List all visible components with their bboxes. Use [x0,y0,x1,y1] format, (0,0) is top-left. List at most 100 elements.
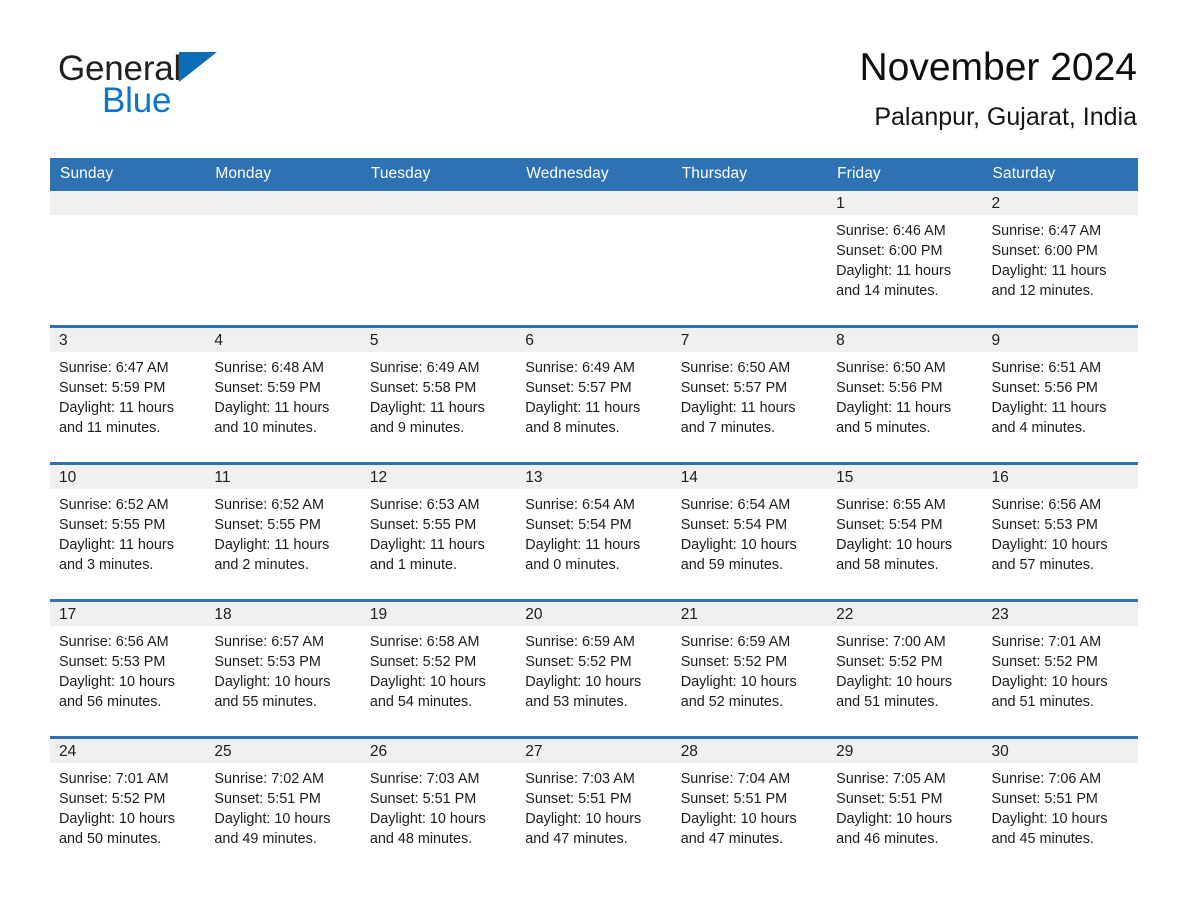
sunrise-text: Sunrise: 7:02 AM [214,771,325,787]
sunrise-text: Sunrise: 7:00 AM [836,634,946,650]
day-number: 3 [59,332,68,349]
sunrise-text: Sunrise: 6:54 AM [680,497,791,513]
day-number: 11 [214,469,231,486]
calendar-day-cell[interactable]: 21 Sunrise: 6:59 AM Sunset: 5:52 PM Dayligh… [671,599,828,738]
calendar-day-cell[interactable]: 4 Sunrise: 6:48 AM Sunset: 5:59 PM Daylight… [205,325,361,464]
calendar-day-cell[interactable]: 3 Sunrise: 6:47 AM Sunset: 5:59 PM Daylight… [50,325,206,464]
day-number-strip: 27 [516,739,672,763]
day-cell-details: Sunrise: 7:03 AM Sunset: 5:51 PM Daylight:… [361,763,516,849]
day-number-strip: 8 [827,328,983,352]
calendar-day-cell[interactable]: 12 Sunrise: 6:53 AM Sunset: 5:55 PM Dayligh… [360,462,517,601]
day-number-strip: 2 [982,191,1138,215]
calendar-week-row: 17 Sunrise: 6:56 AM Sunset: 5:53 PM Dayligh… [50,599,1138,738]
calendar-day-cell[interactable]: 27 Sunrise: 7:03 AM Sunset: 5:51 PM Dayligh… [516,736,672,873]
day-cell-details [672,215,827,221]
calendar-day-cell[interactable]: 2 Sunrise: 6:47 AM Sunset: 6:00 PM Daylight… [982,191,1138,327]
day-number-strip: 16 [982,465,1138,489]
sunset-text: Sunset: 5:51 PM [214,791,321,807]
daylight-text-cont: and 52 minutes. [680,694,784,710]
day-number-strip: 3 [50,328,206,352]
day-cell-inner: 3 Sunrise: 6:47 AM Sunset: 5:59 PM Daylight… [50,328,206,462]
logo-text-blue: Blue [102,81,172,120]
calendar-day-cell[interactable]: 13 Sunrise: 6:54 AM Sunset: 5:54 PM Dayligh… [516,462,672,601]
calendar-day-cell[interactable]: 19 Sunrise: 6:58 AM Sunset: 5:52 PM Dayligh… [360,599,517,738]
calendar-day-cell[interactable]: 9 Sunrise: 6:51 AM Sunset: 5:56 PM Daylight… [982,325,1138,464]
day-cell-details: Sunrise: 7:03 AM Sunset: 5:51 PM Daylight:… [516,763,671,849]
day-cell-inner: 20 Sunrise: 6:59 AM Sunset: 5:52 PM Dayligh… [516,602,672,736]
day-cell-details: Sunrise: 6:47 AM Sunset: 5:59 PM Daylight:… [50,352,205,438]
day-cell-inner: 4 Sunrise: 6:48 AM Sunset: 5:59 PM Daylight… [205,328,361,462]
calendar-day-cell[interactable]: 5 Sunrise: 6:49 AM Sunset: 5:58 PM Daylight… [360,325,517,464]
daylight-text-cont: and 8 minutes. [525,420,620,436]
day-number: 29 [836,743,854,760]
calendar-day-cell[interactable]: 30 Sunrise: 7:06 AM Sunset: 5:51 PM Dayligh… [982,736,1138,873]
calendar-day-cell[interactable]: 10 Sunrise: 6:52 AM Sunset: 5:55 PM Dayligh… [50,462,206,601]
day-cell-inner: 17 Sunrise: 6:56 AM Sunset: 5:53 PM Dayligh… [50,602,206,736]
daylight-text: Daylight: 10 hours [680,537,797,553]
day-cell-inner: 28 Sunrise: 7:04 AM Sunset: 5:51 PM Dayligh… [671,739,828,873]
calendar-day-cell[interactable]: 14 Sunrise: 6:54 AM Sunset: 5:54 PM Dayligh… [671,462,828,601]
day-number-strip: 28 [671,739,828,763]
calendar-day-cell[interactable]: 18 Sunrise: 6:57 AM Sunset: 5:53 PM Dayligh… [205,599,361,738]
day-cell-inner: 24 Sunrise: 7:01 AM Sunset: 5:52 PM Dayligh… [50,739,206,873]
daylight-text-cont: and 59 minutes. [680,557,784,573]
day-cell-details [361,215,516,221]
day-number: 10 [59,469,77,486]
weekday-header-friday: Friday [827,158,983,191]
calendar-body: 1 Sunrise: 6:46 AM Sunset: 6:00 PM Daylight… [50,191,1138,873]
daylight-text: Daylight: 10 hours [59,811,175,827]
day-number-strip: 11 [205,465,361,489]
sunset-text: Sunset: 5:52 PM [59,791,166,807]
day-cell-details: Sunrise: 7:00 AM Sunset: 5:52 PM Daylight:… [827,626,982,712]
day-cell-details: Sunrise: 7:04 AM Sunset: 5:51 PM Daylight:… [672,763,827,849]
calendar-day-cell[interactable]: 1 Sunrise: 6:46 AM Sunset: 6:00 PM Daylight… [827,191,983,327]
day-cell-details: Sunrise: 6:59 AM Sunset: 5:52 PM Daylight:… [516,626,671,712]
sunrise-text: Sunrise: 6:47 AM [991,223,1102,239]
day-cell-details [516,215,671,221]
calendar-day-cell[interactable]: 23 Sunrise: 7:01 AM Sunset: 5:52 PM Dayligh… [982,599,1138,738]
calendar-day-cell[interactable]: 26 Sunrise: 7:03 AM Sunset: 5:51 PM Dayligh… [360,736,517,873]
daylight-text-cont: and 50 minutes. [59,831,162,847]
day-cell-details: Sunrise: 6:55 AM Sunset: 5:54 PM Daylight:… [827,489,982,575]
calendar-day-cell[interactable]: 11 Sunrise: 6:52 AM Sunset: 5:55 PM Dayligh… [205,462,361,601]
daylight-text: Daylight: 10 hours [369,674,486,690]
calendar-day-cell[interactable]: 28 Sunrise: 7:04 AM Sunset: 5:51 PM Dayligh… [671,736,828,873]
day-cell-details: Sunrise: 6:57 AM Sunset: 5:53 PM Daylight:… [205,626,360,712]
day-cell-details: Sunrise: 6:56 AM Sunset: 5:53 PM Daylight:… [983,489,1138,575]
calendar-day-cell[interactable]: 29 Sunrise: 7:05 AM Sunset: 5:51 PM Dayligh… [827,736,983,873]
calendar-day-cell[interactable]: 25 Sunrise: 7:02 AM Sunset: 5:51 PM Dayligh… [205,736,361,873]
day-cell-details: Sunrise: 7:05 AM Sunset: 5:51 PM Daylight:… [827,763,982,849]
daylight-text-cont: and 49 minutes. [214,831,317,847]
calendar-day-cell[interactable]: 24 Sunrise: 7:01 AM Sunset: 5:52 PM Dayligh… [50,736,206,873]
calendar-day-cell[interactable]: 6 Sunrise: 6:49 AM Sunset: 5:57 PM Daylight… [516,325,672,464]
sunset-text: Sunset: 5:58 PM [369,380,477,396]
sunset-text: Sunset: 5:55 PM [59,517,166,533]
weekday-header-wednesday: Wednesday [516,158,672,191]
day-number: 15 [836,469,854,486]
calendar-day-cell[interactable]: 16 Sunrise: 6:56 AM Sunset: 5:53 PM Dayligh… [982,462,1138,601]
calendar-day-cell[interactable]: 8 Sunrise: 6:50 AM Sunset: 5:56 PM Daylight… [827,325,983,464]
calendar-day-cell[interactable]: 7 Sunrise: 6:50 AM Sunset: 5:57 PM Daylight… [671,325,828,464]
day-cell-details: Sunrise: 6:59 AM Sunset: 5:52 PM Daylight:… [672,626,827,712]
sunrise-text: Sunrise: 6:49 AM [525,360,635,376]
sunrise-text: Sunrise: 6:54 AM [525,497,635,513]
generalblue-logo[interactable]: General Blue [58,50,358,130]
calendar-day-cell[interactable]: 17 Sunrise: 6:56 AM Sunset: 5:53 PM Dayligh… [50,599,206,738]
day-cell-details: Sunrise: 6:46 AM Sunset: 6:00 PM Daylight:… [827,215,982,301]
day-number-strip: 23 [982,602,1138,626]
day-cell-inner [360,191,517,325]
weekday-header-label: Tuesday [370,165,431,182]
sunrise-text: Sunrise: 6:59 AM [680,634,791,650]
day-number-strip: 20 [516,602,672,626]
calendar-day-cell[interactable]: 20 Sunrise: 6:59 AM Sunset: 5:52 PM Dayligh… [516,599,672,738]
day-cell-details: Sunrise: 7:01 AM Sunset: 5:52 PM Daylight:… [50,763,205,849]
day-cell-inner: 6 Sunrise: 6:49 AM Sunset: 5:57 PM Daylight… [516,328,672,462]
daylight-text-cont: and 11 minutes. [59,420,161,436]
calendar-day-cell[interactable]: 15 Sunrise: 6:55 AM Sunset: 5:54 PM Dayligh… [827,462,983,601]
day-cell-inner: 18 Sunrise: 6:57 AM Sunset: 5:53 PM Dayligh… [205,602,361,736]
day-cell-inner: 22 Sunrise: 7:00 AM Sunset: 5:52 PM Dayligh… [827,602,983,736]
daylight-text-cont: and 0 minutes. [525,557,620,573]
sunset-text: Sunset: 5:52 PM [680,654,788,670]
daylight-text: Daylight: 10 hours [836,537,953,553]
calendar-day-cell[interactable]: 22 Sunrise: 7:00 AM Sunset: 5:52 PM Dayligh… [827,599,983,738]
